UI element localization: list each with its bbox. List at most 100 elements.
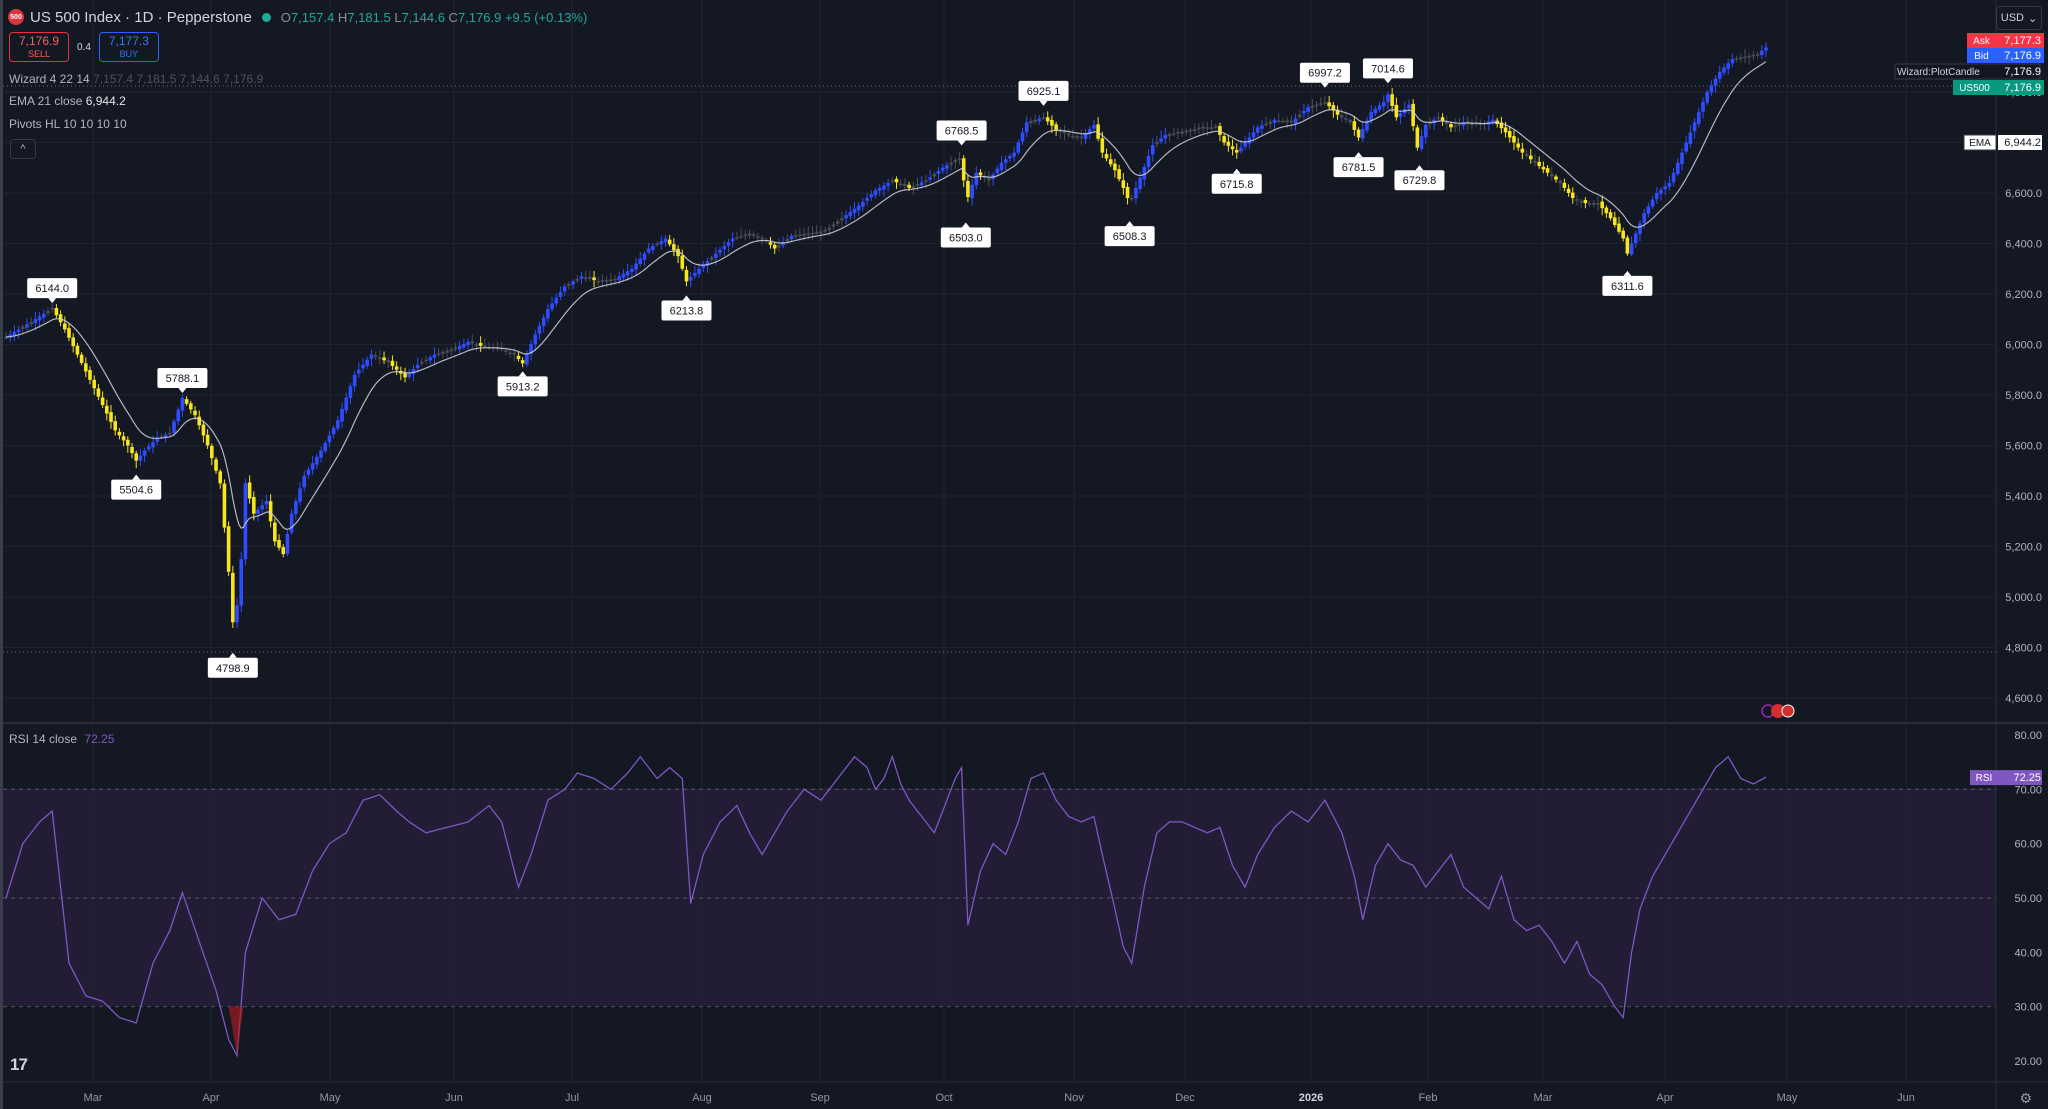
indicator-rsi[interactable]: RSI 14 close 72.25 [9,732,114,746]
chart-canvas[interactable]: 7,000.06,800.06,600.06,400.06,200.06,000… [0,0,2048,1109]
candle [848,211,853,217]
change-value: +9.5 (+0.13%) [504,9,588,25]
pivot-value: 6144.0 [35,283,69,295]
candle [428,357,433,361]
indicator-rsi-value: 72.25 [84,732,115,746]
symbol-title[interactable]: US 500 Index · 1D · Pepperstone [30,9,252,26]
candle [1541,166,1546,170]
candle [613,278,617,281]
collapse-indicators-button[interactable]: ^ [10,139,36,159]
candle [1192,129,1197,132]
rsi-tick-label: 70.00 [2014,784,2042,796]
candle [928,177,932,180]
candle [1045,117,1050,122]
candle [541,317,546,327]
pivot-value: 6213.8 [670,306,704,318]
candle [319,450,323,458]
tradingview-logo[interactable]: 17 [10,1055,28,1075]
candle [667,239,672,245]
currency-selector[interactable]: USD ⌄ [1996,6,2042,30]
market-status-icon [261,12,271,22]
candle [1764,47,1768,51]
candle [1709,85,1714,93]
candle [827,227,832,231]
candle [1625,237,1630,254]
candle [260,505,265,510]
candle [79,354,84,364]
candle [571,281,575,285]
candle [1457,123,1462,126]
candle [449,349,454,352]
candle [1188,129,1193,132]
candle [651,246,655,251]
price-label-value: 7,176.9 [2004,66,2041,78]
candle [772,244,777,249]
candle [105,405,109,414]
candle [1314,104,1319,107]
candle [1617,223,1621,232]
candle [1071,135,1075,138]
candle [1272,119,1277,123]
candle [823,230,827,232]
candle [1650,199,1655,207]
candle [600,280,605,282]
candle [1029,121,1033,124]
indicator-pivots[interactable]: Pivots HL 10 10 10 10 [9,117,127,131]
settings-icon[interactable]: ⚙ [2019,1090,2032,1107]
candle [1646,206,1651,214]
sell-button[interactable]: 7,176.9 SELL [9,32,69,62]
candle [886,182,890,186]
candle [903,183,907,187]
candle [1012,152,1016,157]
candle [390,360,395,366]
candle [546,309,550,319]
candle [1251,132,1256,138]
pivot-value: 6781.5 [1342,162,1376,174]
chevron-down-icon: ⌄ [2028,12,2038,25]
candle [256,509,260,514]
candle [1008,155,1012,159]
candle [336,420,340,429]
candle [793,235,798,237]
candle [1545,168,1550,173]
time-tick-label: Sep [810,1092,830,1104]
candle [1129,198,1134,200]
candle [67,328,71,338]
pivot-value: 7014.6 [1371,63,1405,75]
candle [1587,203,1592,205]
candle [1167,134,1172,137]
candle [1579,200,1583,203]
price-label-value: 7,176.9 [2004,50,2041,62]
candle [1373,108,1378,114]
buy-button[interactable]: 7,177.3 BUY [98,32,159,62]
candle [520,360,525,364]
candle [835,221,840,224]
candle [1092,124,1096,129]
candle [1360,129,1365,139]
pivot-value: 6503.0 [949,232,983,244]
candle [109,412,113,422]
candle [92,379,97,389]
candle [315,456,319,465]
candle [987,177,991,181]
candle [604,280,609,282]
event-flag-icon[interactable] [1781,704,1795,718]
candle [1596,203,1600,205]
time-tick-label: 2026 [1299,1092,1323,1104]
indicator-wizard[interactable]: Wizard 4 22 14 7,157.4 7,181.5 7,144.6 7… [9,72,263,86]
rsi-tick-label: 20.00 [2014,1056,2042,1068]
candle [1726,63,1730,69]
candle [285,533,290,554]
currency-label: USD [2000,12,2024,24]
pivot-value: 6729.8 [1403,175,1437,187]
open-label: O [280,9,291,25]
candle [1398,113,1403,117]
price-tick-label: 6,400.0 [2005,239,2042,251]
candle [273,522,277,542]
rsi-tick-label: 40.00 [2014,947,2042,959]
candle [1377,105,1382,110]
candle [474,344,479,346]
candle [1470,123,1474,126]
indicator-ema[interactable]: EMA 21 close 6,944.2 [9,94,126,108]
candle [1423,124,1428,138]
